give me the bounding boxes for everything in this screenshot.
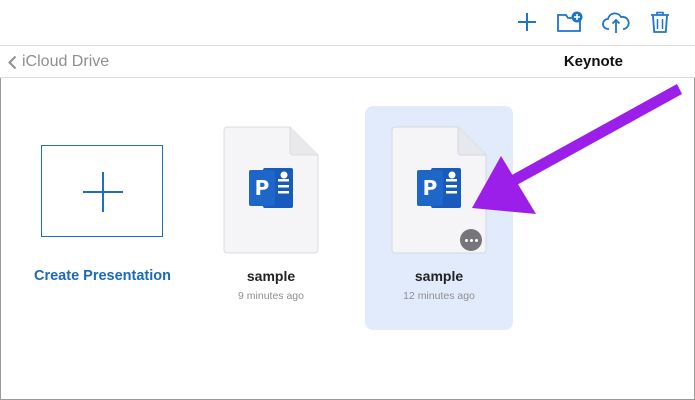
- dot: [474, 238, 478, 242]
- dot: [464, 238, 468, 242]
- add-icon: [518, 13, 536, 31]
- create-presentation-label[interactable]: Create Presentation: [20, 268, 185, 284]
- navigation-bar: iCloud Drive Keynote: [0, 46, 695, 78]
- add-button[interactable]: [512, 8, 542, 36]
- dot: [469, 238, 473, 242]
- trash-button[interactable]: [645, 8, 675, 36]
- upload-icon: [602, 12, 630, 33]
- toolbar: [0, 0, 695, 46]
- more-options-button[interactable]: [460, 229, 482, 251]
- upload-button[interactable]: [601, 8, 631, 36]
- document-modified-time: 9 minutes ago: [238, 290, 304, 302]
- page-title: Keynote: [563, 53, 623, 70]
- new-folder-button[interactable]: [555, 8, 585, 36]
- plus-icon: [82, 171, 123, 212]
- back-button[interactable]: iCloud Drive: [8, 51, 109, 73]
- svg-text:P: P: [423, 176, 438, 200]
- create-presentation-tile[interactable]: [41, 145, 163, 237]
- document-modified-time: 12 minutes ago: [403, 290, 475, 302]
- document-name[interactable]: sample: [201, 268, 341, 284]
- chevron-left-icon: [8, 55, 17, 69]
- powerpoint-file-icon: P: [223, 126, 319, 254]
- svg-text:P: P: [255, 176, 270, 200]
- trash-icon: [651, 11, 669, 33]
- document-name[interactable]: sample: [369, 268, 509, 284]
- new-folder-icon: [557, 11, 583, 32]
- document-thumbnail[interactable]: P: [223, 126, 319, 254]
- back-label: iCloud Drive: [22, 53, 110, 70]
